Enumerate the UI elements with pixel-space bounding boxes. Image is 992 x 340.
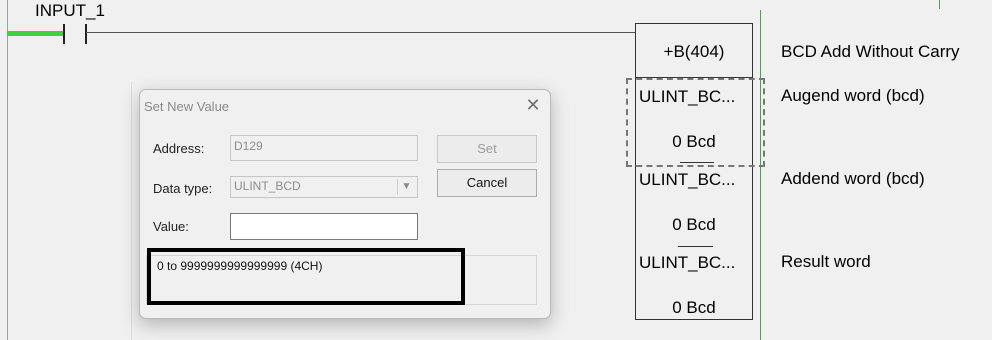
operand-3-type[interactable]: ULINT_BC... <box>639 253 735 273</box>
datatype-value: ULINT_BCD <box>234 179 301 193</box>
contact-left-bar <box>63 24 65 44</box>
operand-separator <box>678 246 713 247</box>
rail-tick <box>939 0 940 9</box>
address-field: D129 <box>230 135 418 161</box>
cancel-button[interactable]: Cancel <box>437 169 537 197</box>
right-power-rail <box>760 10 761 340</box>
left-power-rail <box>7 0 8 340</box>
instruction-description: BCD Add Without Carry <box>781 42 960 61</box>
contact-right-bar <box>85 24 87 44</box>
operand-2-type[interactable]: ULINT_BC... <box>639 170 735 190</box>
value-input[interactable] <box>230 213 418 240</box>
power-flow-indicator <box>7 31 64 36</box>
set-button[interactable]: Set <box>437 135 537 163</box>
operand-3-description: Result word <box>781 252 871 271</box>
operand-2-description: Addend word (bcd) <box>781 169 925 188</box>
close-icon[interactable]: ✕ <box>523 95 543 115</box>
datatype-label: Data type: <box>153 181 213 196</box>
datatype-select: ULINT_BCD ▼ <box>230 176 418 198</box>
background-grid-line <box>131 82 132 340</box>
instruction-block[interactable]: +B(404) ULINT_BC... 0 Bcd ULINT_BC... 0 … <box>635 23 753 320</box>
dialog-title: Set New Value <box>144 99 230 114</box>
operand-selection-box <box>626 78 765 167</box>
rung-wire <box>86 32 636 33</box>
chevron-down-icon: ▼ <box>397 179 415 195</box>
operand-3-value[interactable]: 0 Bcd <box>636 298 752 318</box>
value-label: Value: <box>153 219 189 234</box>
contact-label[interactable]: INPUT_1 <box>35 1 105 21</box>
instruction-name: +B(404) <box>663 42 725 61</box>
operand-2-value[interactable]: 0 Bcd <box>636 215 752 235</box>
address-label: Address: <box>153 141 205 156</box>
operand-1-description: Augend word (bcd) <box>781 86 925 105</box>
highlight-annotation-box <box>147 248 465 305</box>
